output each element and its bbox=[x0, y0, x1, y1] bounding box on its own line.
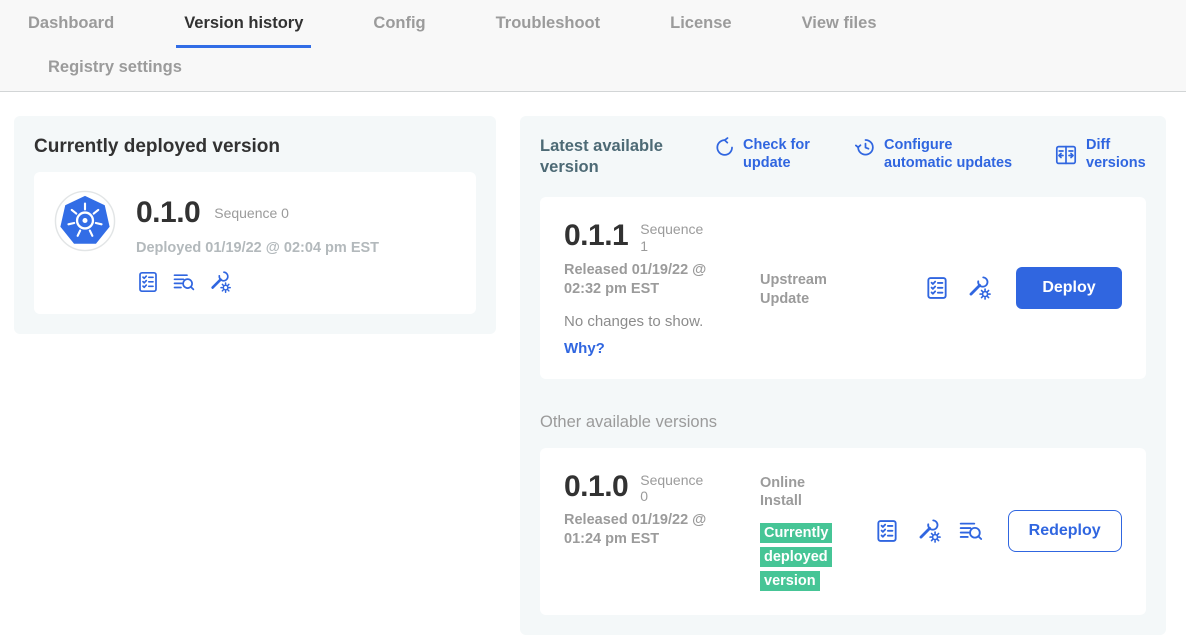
nav-row-primary: Dashboard Version history Config Trouble… bbox=[28, 14, 1186, 48]
configure-automatic-updates-link[interactable]: Configure automatic updates bbox=[855, 136, 1020, 172]
deployed-version-card: 0.1.0 Sequence 0 Deployed 01/19/22 @ 02:… bbox=[34, 172, 476, 314]
other-version-card: 0.1.0 Sequence 0 Released 01/19/22 @ 01:… bbox=[540, 448, 1146, 616]
other-version-info: 0.1.0 Sequence 0 Released 01/19/22 @ 01:… bbox=[564, 470, 760, 549]
check-update-icon bbox=[714, 137, 735, 158]
latest-available-panel: Latest available version Check for updat… bbox=[520, 116, 1166, 635]
nav-row-secondary: Registry settings bbox=[28, 48, 1186, 91]
other-available-versions-title: Other available versions bbox=[540, 413, 1146, 432]
tab-troubleshoot[interactable]: Troubleshoot bbox=[496, 14, 601, 45]
latest-version-info: 0.1.1 Sequence 1 Released 01/19/22 @ 02:… bbox=[564, 219, 760, 356]
latest-version-card: 0.1.1 Sequence 1 Released 01/19/22 @ 02:… bbox=[540, 197, 1146, 378]
main-content: Currently deployed version 0.1.0 Sequenc… bbox=[0, 92, 1186, 635]
tab-registry-settings[interactable]: Registry settings bbox=[48, 58, 182, 79]
version-row: 0.1.0 Sequence 0 bbox=[564, 472, 760, 506]
check-for-update-label: Check for update bbox=[743, 136, 821, 172]
config-icon[interactable] bbox=[208, 270, 232, 294]
diff-icon bbox=[1054, 143, 1078, 167]
sequence-label: Sequence 0 bbox=[640, 472, 706, 506]
why-link[interactable]: Why? bbox=[564, 340, 760, 357]
deploy-button[interactable]: Deploy bbox=[1016, 267, 1121, 309]
no-changes-text: No changes to show. bbox=[564, 313, 760, 330]
currently-deployed-badge: Currently deployed version bbox=[760, 523, 832, 591]
version-number: 0.1.0 bbox=[564, 472, 628, 502]
version-number: 0.1.1 bbox=[564, 221, 628, 251]
version-row: 0.1.0 Sequence 0 bbox=[136, 198, 379, 228]
config-icon[interactable] bbox=[966, 275, 992, 301]
latest-version-actions: Deploy bbox=[924, 267, 1121, 309]
latest-available-header: Latest available version Check for updat… bbox=[540, 136, 1146, 177]
deploy-logs-icon[interactable] bbox=[958, 518, 984, 544]
top-navigation: Dashboard Version history Config Trouble… bbox=[0, 0, 1186, 92]
preflight-checks-icon[interactable] bbox=[874, 518, 900, 544]
version-source-label: Online Install bbox=[760, 470, 832, 512]
currently-deployed-panel: Currently deployed version 0.1.0 Sequenc… bbox=[14, 116, 496, 334]
other-version-actions: Redeploy bbox=[874, 510, 1122, 552]
tab-view-files[interactable]: View files bbox=[802, 14, 877, 45]
currently-deployed-title: Currently deployed version bbox=[34, 136, 476, 158]
deploy-logs-icon[interactable] bbox=[172, 270, 196, 294]
configure-automatic-updates-label: Configure automatic updates bbox=[884, 136, 1020, 172]
config-icon[interactable] bbox=[916, 518, 942, 544]
kubernetes-logo-icon bbox=[54, 190, 116, 252]
version-source-label: Upstream Update bbox=[760, 219, 832, 309]
released-timestamp: Released 01/19/22 @ 01:24 pm EST bbox=[564, 511, 732, 549]
tab-version-history[interactable]: Version history bbox=[176, 14, 311, 48]
version-number: 0.1.0 bbox=[136, 198, 200, 228]
auto-update-icon bbox=[855, 137, 876, 158]
preflight-checks-icon[interactable] bbox=[136, 270, 160, 294]
tab-dashboard[interactable]: Dashboard bbox=[28, 14, 114, 45]
diff-versions-label: Diff versions bbox=[1086, 136, 1146, 172]
preflight-checks-icon[interactable] bbox=[924, 275, 950, 301]
version-row: 0.1.1 Sequence 1 bbox=[564, 221, 760, 255]
released-timestamp: Released 01/19/22 @ 02:32 pm EST bbox=[564, 261, 732, 299]
sequence-label: Sequence 0 bbox=[214, 205, 289, 222]
sequence-label: Sequence 1 bbox=[640, 221, 706, 255]
currently-deployed-badge-wrap: Currently deployed version bbox=[760, 521, 844, 593]
deployed-version-info: 0.1.0 Sequence 0 Deployed 01/19/22 @ 02:… bbox=[136, 190, 379, 294]
redeploy-button[interactable]: Redeploy bbox=[1008, 510, 1122, 552]
latest-available-title: Latest available version bbox=[540, 136, 680, 177]
deployed-timestamp: Deployed 01/19/22 @ 02:04 pm EST bbox=[136, 240, 379, 256]
tab-config[interactable]: Config bbox=[373, 14, 425, 45]
tab-license[interactable]: License bbox=[670, 14, 731, 45]
diff-versions-link[interactable]: Diff versions bbox=[1054, 136, 1146, 172]
deployed-action-icons bbox=[136, 270, 379, 294]
other-version-middle: Online Install Currently deployed versio… bbox=[760, 470, 844, 594]
check-for-update-link[interactable]: Check for update bbox=[714, 136, 821, 172]
